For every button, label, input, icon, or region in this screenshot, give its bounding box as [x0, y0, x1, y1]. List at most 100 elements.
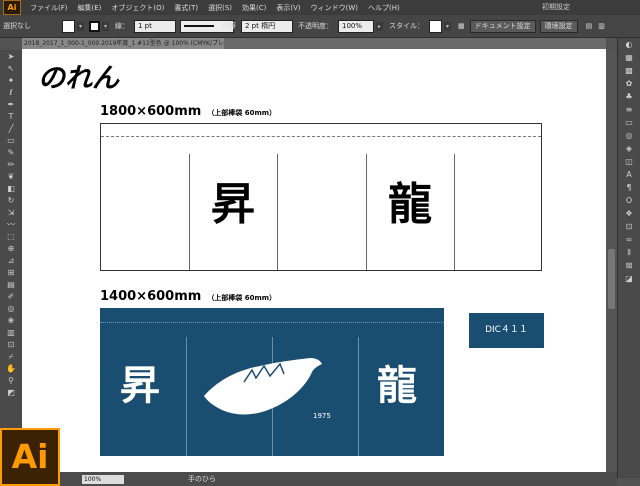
- align-icon[interactable]: ⫴: [623, 248, 635, 258]
- opacity-label[interactable]: 不透明度：: [298, 21, 333, 31]
- layers-icon[interactable]: ❖: [623, 209, 635, 219]
- free-transform-icon[interactable]: ⬚: [4, 231, 18, 242]
- perspective-icon[interactable]: ⊿: [4, 255, 18, 266]
- transparency-icon[interactable]: ◎: [623, 131, 635, 141]
- slit-line: [454, 154, 455, 270]
- status-bar: 100% 手のひら: [22, 472, 617, 486]
- paragraph-icon[interactable]: ¶: [623, 183, 635, 193]
- lasso-icon[interactable]: ℓ: [4, 87, 18, 98]
- pen-icon[interactable]: ✒: [4, 99, 18, 110]
- noren2-size: 1400×600mm: [100, 289, 202, 304]
- chevron-down-icon[interactable]: ▾: [102, 21, 109, 31]
- current-tool-label: 手のひら: [188, 475, 216, 483]
- swatches-icon[interactable]: ▩: [623, 66, 635, 76]
- menu-select[interactable]: 選択(S): [203, 3, 237, 13]
- graphic-style-swatch[interactable]: [429, 19, 442, 33]
- preferences-button[interactable]: 環境設定: [539, 19, 578, 33]
- document-setup-button[interactable]: ドキュメント設定: [469, 19, 536, 33]
- fill-stroke-icon[interactable]: ◩: [4, 387, 18, 398]
- slice-icon[interactable]: ⌿: [4, 351, 18, 362]
- graph-icon[interactable]: ▥: [4, 327, 18, 338]
- gradient-panel-icon[interactable]: ▭: [623, 118, 635, 128]
- links-icon[interactable]: ∞: [623, 235, 635, 245]
- vertical-scrollbar[interactable]: [606, 49, 617, 472]
- control-bar: 選択なし ▾ ▾ 線： 1 pt 均等 2 pt 楕円 不透明度： 100% ▸…: [0, 15, 640, 38]
- stroke-label[interactable]: 線：: [115, 21, 129, 31]
- leaf-logo-graphic: [204, 358, 322, 415]
- menu-type[interactable]: 書式(T): [169, 3, 203, 13]
- noren2-note: （上部棒袋 60mm）: [207, 294, 277, 302]
- noren2-design[interactable]: 昇 龍 1975: [100, 308, 444, 456]
- artboard-icon[interactable]: ⊡: [4, 339, 18, 350]
- chevron-down-icon[interactable]: ▾: [444, 21, 451, 31]
- chevron-down-icon[interactable]: ▾: [77, 21, 84, 31]
- chevron-right-icon[interactable]: ▸: [376, 21, 383, 31]
- transform-icon[interactable]: ⊠: [623, 261, 635, 271]
- menu-effect[interactable]: 効果(C): [237, 3, 271, 13]
- pathfinder-icon[interactable]: ◪: [623, 274, 635, 284]
- style-label: スタイル：: [389, 22, 424, 30]
- profile-line-icon: [184, 24, 214, 27]
- zoom-icon[interactable]: ⚲: [4, 375, 18, 386]
- noren2-char-right: 龍: [377, 362, 417, 409]
- appearance-icon[interactable]: ◈: [623, 144, 635, 154]
- document-tab[interactable]: 2018_2017_1_000-1_000 2019年度_1 #11型色 @ 1…: [22, 38, 224, 49]
- rectangle-icon[interactable]: ▭: [4, 135, 18, 146]
- rotate-icon[interactable]: ↻: [4, 195, 18, 206]
- noren1-char-left: 昇: [211, 179, 255, 230]
- symbols-icon[interactable]: ♣: [623, 92, 635, 102]
- selection-tool-icon[interactable]: ➤: [4, 51, 18, 62]
- artboards-icon[interactable]: ⊡: [623, 222, 635, 232]
- color-panel-icon[interactable]: ◐: [623, 40, 635, 50]
- scale-icon[interactable]: ⇲: [4, 207, 18, 218]
- fill-swatch[interactable]: [62, 19, 75, 33]
- direct-selection-icon[interactable]: ↖: [4, 63, 18, 74]
- paintbrush-icon[interactable]: ✎: [4, 147, 18, 158]
- magic-wand-icon[interactable]: ✦: [4, 75, 18, 86]
- brush-definition-select[interactable]: 2 pt 楕円: [241, 19, 293, 33]
- menu-file[interactable]: ファイル(F): [25, 3, 73, 13]
- symbol-sprayer-icon[interactable]: ❀: [4, 315, 18, 326]
- menu-help[interactable]: ヘルプ(H): [363, 3, 405, 13]
- color-guide-icon[interactable]: ▦: [623, 53, 635, 63]
- recolor-icon[interactable]: ▦: [458, 22, 465, 30]
- gradient-icon[interactable]: ▤: [4, 279, 18, 290]
- scrollbar-thumb[interactable]: [608, 249, 615, 309]
- noren1-outline[interactable]: 昇 龍: [100, 123, 542, 271]
- eraser-icon[interactable]: ◧: [4, 183, 18, 194]
- stroke-swatch[interactable]: [89, 20, 100, 32]
- opacity-input[interactable]: 100%: [338, 19, 374, 33]
- brushes-icon[interactable]: ✿: [623, 79, 635, 89]
- menu-view[interactable]: 表示(V): [271, 3, 305, 13]
- arrange-documents-icon[interactable]: ▤: [586, 22, 593, 30]
- menu-window[interactable]: ウィンドウ(W): [306, 3, 363, 13]
- graphic-styles-icon[interactable]: ◫: [623, 157, 635, 167]
- noren2-size-label: 1400×600mm （上部棒袋 60mm）: [100, 289, 276, 306]
- menu-edit[interactable]: 編集(E): [73, 3, 107, 13]
- pencil-icon[interactable]: ✏: [4, 159, 18, 170]
- stroke-weight-input[interactable]: 1 pt: [134, 19, 176, 33]
- artboard-canvas[interactable]: のれん 1800×600mm （上部棒袋 60mm） 昇 龍 1400×600mm…: [22, 49, 606, 472]
- line-icon[interactable]: ╱: [4, 123, 18, 134]
- stroke-icon[interactable]: ≡: [623, 105, 635, 115]
- blob-brush-icon[interactable]: ❦: [4, 171, 18, 182]
- align-to-icon[interactable]: ▥: [598, 22, 605, 30]
- noren1-char-right: 龍: [388, 179, 432, 230]
- hand-icon[interactable]: ✋: [4, 363, 18, 374]
- page-title: のれん: [38, 63, 119, 94]
- menu-object[interactable]: オブジェクト(O): [106, 3, 169, 13]
- document-tab-bar: 2018_2017_1_000-1_000 2019年度_1 #11型色 @ 1…: [22, 38, 606, 49]
- mesh-icon[interactable]: ⊞: [4, 267, 18, 278]
- rod-pocket-guide: [101, 136, 541, 137]
- eyedropper-icon[interactable]: ✐: [4, 291, 18, 302]
- opentype-icon[interactable]: O: [623, 196, 635, 206]
- zoom-field[interactable]: 100%: [82, 474, 124, 484]
- shape-builder-icon[interactable]: ⊕: [4, 243, 18, 254]
- warp-icon[interactable]: 〰: [4, 219, 18, 230]
- workspace-switcher[interactable]: 初期設定: [542, 2, 570, 12]
- blend-icon[interactable]: ◎: [4, 303, 18, 314]
- dic-color-swatch: DIC４１１: [469, 313, 544, 348]
- type-icon[interactable]: T: [4, 111, 18, 122]
- app-logo-icon: Ai: [3, 0, 21, 15]
- character-icon[interactable]: A: [623, 170, 635, 180]
